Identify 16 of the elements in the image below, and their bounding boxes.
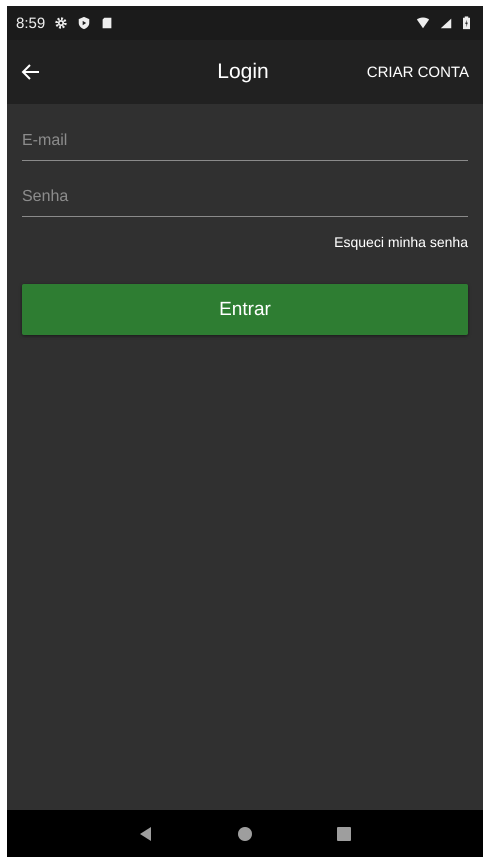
signal-icon (439, 16, 453, 30)
input-field[interactable]: Senha (22, 178, 468, 217)
create-account-button[interactable]: CRIAR CONTA (366, 60, 469, 84)
shield-icon (77, 16, 92, 30)
home-icon[interactable] (236, 826, 253, 842)
forgot-password-link[interactable]: Esqueci minha senha (334, 234, 468, 250)
screen-title: Login (217, 60, 269, 84)
recents-icon[interactable] (336, 826, 352, 842)
status-time: 8:59 (16, 14, 46, 32)
login-button[interactable]: Entrar (22, 284, 468, 335)
wifi-icon (416, 16, 430, 30)
gear-icon (54, 16, 68, 30)
sd-card-icon (100, 16, 114, 30)
battery-icon (462, 16, 471, 30)
back-arrow-icon (21, 62, 41, 82)
input-field[interactable]: E-mail (22, 122, 468, 161)
